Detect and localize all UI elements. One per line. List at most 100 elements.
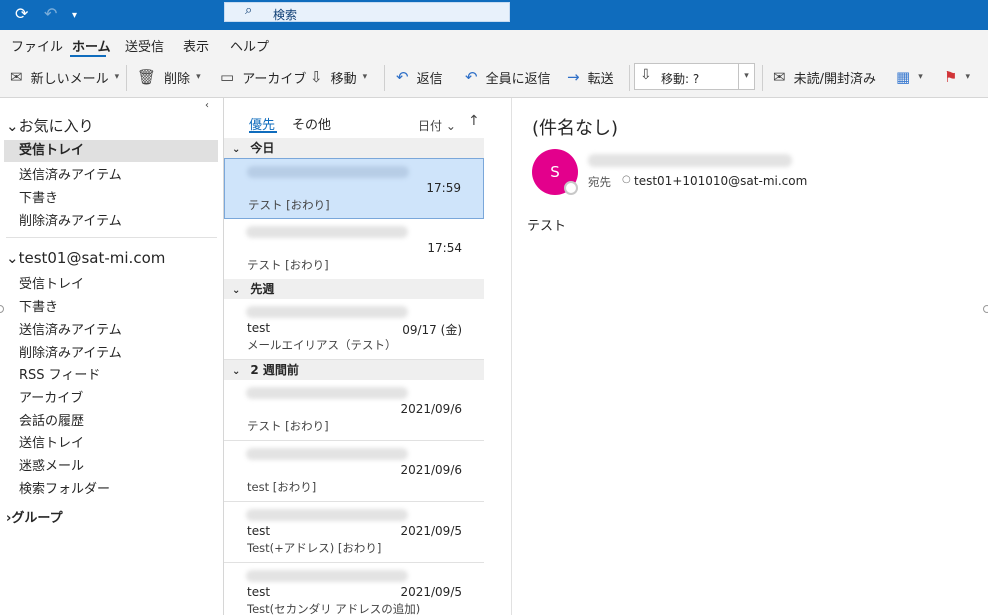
archive-icon: ▭: [220, 68, 235, 86]
new-mail-button[interactable]: ✉ 新しいメール ▾: [10, 66, 119, 88]
forward-button[interactable]: → 転送: [567, 66, 614, 88]
folder-item-archive[interactable]: アーカイブ: [19, 387, 83, 406]
chevron-down-icon[interactable]: ▾: [115, 72, 120, 82]
message-time: 17:54: [427, 241, 462, 255]
message-subject: test: [247, 524, 271, 538]
collapse-pane-icon[interactable]: ‹: [205, 100, 209, 111]
archive-button[interactable]: ▭ アーカイブ: [220, 66, 306, 88]
section-header-last-week[interactable]: ⌄ 先週: [224, 279, 484, 299]
active-tab-indicator: [70, 55, 106, 57]
tab-file[interactable]: ファイル: [11, 36, 63, 55]
message-time: 2021/09/5: [400, 585, 462, 599]
ribbon-tabs: ファイル ホーム 送受信 表示 ヘルプ: [0, 30, 988, 60]
quick-move-select[interactable]: ⇩ 移動: ? ▾: [634, 63, 755, 90]
pane-resize-handle[interactable]: [983, 305, 988, 313]
move-icon: ⇩: [640, 67, 652, 83]
tab-send-receive[interactable]: 送受信: [125, 36, 164, 55]
chevron-down-icon[interactable]: ▾: [965, 72, 970, 82]
folder-item-sent[interactable]: 送信済みアイテム: [19, 164, 122, 183]
tab-home[interactable]: ホーム: [72, 36, 111, 55]
reply-button[interactable]: ↶ 返信: [396, 66, 443, 88]
divider: [6, 237, 217, 238]
message-preview: メールエイリアス（テスト） [おわ: [247, 338, 397, 352]
message-subject: test: [247, 321, 271, 335]
list-item[interactable]: 17:59 テスト [おわり]: [224, 158, 484, 219]
message-time: 09/17 (金): [402, 323, 462, 337]
message-time: 2021/09/6: [400, 402, 462, 416]
section-label: 先週: [250, 282, 275, 296]
folder-item-inbox[interactable]: 受信トレイ: [19, 273, 84, 292]
reply-all-label: 全員に返信: [485, 71, 551, 87]
reply-label: 返信: [416, 71, 443, 87]
tab-help[interactable]: ヘルプ: [230, 36, 269, 55]
chevron-down-icon[interactable]: ▾: [918, 72, 923, 82]
folder-item-outbox[interactable]: 送信トレイ: [19, 432, 84, 451]
section-label: 2 週間前: [250, 363, 299, 377]
list-item[interactable]: test 2021/09/5 Test(+アドレス) [おわり]: [224, 502, 484, 563]
folder-item-sent[interactable]: 送信済みアイテム: [19, 319, 122, 338]
move-label: 移動: [330, 71, 357, 87]
quick-move-value: 移動: ?: [661, 72, 700, 86]
message-preview: test [おわり]: [247, 480, 317, 494]
sort-label: 日付: [418, 119, 443, 133]
chevron-down-icon: ⌄: [445, 119, 456, 133]
move-button[interactable]: ⇩ 移動 ▾: [310, 66, 367, 88]
unread-read-button[interactable]: ✉ 未読/開封済み: [773, 66, 876, 88]
chevron-down-icon[interactable]: ▾: [738, 64, 754, 89]
folder-item-junk[interactable]: 迷惑メール: [19, 455, 84, 474]
folder-item-conversation-history[interactable]: 会話の履歴: [19, 410, 84, 429]
categorize-button[interactable]: ▦ ▾: [896, 66, 923, 88]
move-icon: ⇩: [310, 68, 323, 86]
sender-redacted[interactable]: [588, 154, 792, 167]
chevron-down-icon: ⌄: [232, 366, 241, 377]
list-item[interactable]: test 09/17 (金) メールエイリアス（テスト） [おわ: [224, 299, 484, 360]
message-preview: テスト [おわり]: [247, 419, 329, 433]
tab-other[interactable]: その他: [292, 114, 331, 133]
folder-item-rss[interactable]: RSS フィード: [19, 364, 100, 383]
chevron-down-icon[interactable]: ▾: [363, 72, 368, 82]
undo-icon[interactable]: ↶: [44, 4, 57, 24]
favorites-header[interactable]: ⌄お気に入り: [6, 115, 94, 136]
chevron-down-icon: ⌄: [6, 249, 19, 267]
list-item[interactable]: 17:54 テスト [おわり]: [224, 219, 484, 280]
chevron-down-icon[interactable]: ▾: [196, 72, 201, 82]
reply-icon: ↶: [396, 68, 409, 86]
home-toolbar: ✉ 新しいメール ▾ 🗑 削除 ▾ ▭ アーカイブ ⇩ 移動 ▾ ↶ 返信 ↶ …: [0, 62, 988, 92]
account-header[interactable]: ⌄test01@sat-mi.com: [6, 249, 165, 267]
chevron-down-icon: ⌄: [6, 117, 19, 135]
divider: [629, 65, 630, 91]
forward-label: 転送: [587, 71, 614, 87]
folder-item-deleted[interactable]: 削除済みアイテム: [19, 342, 122, 361]
reply-all-button[interactable]: ↶ 全員に返信: [465, 66, 551, 88]
archive-label: アーカイブ: [242, 71, 307, 87]
open-envelope-icon: ✉: [773, 68, 786, 86]
section-header-two-weeks[interactable]: ⌄ 2 週間前: [224, 360, 484, 380]
delete-button[interactable]: 🗑 削除 ▾: [137, 66, 201, 88]
flag-button[interactable]: ⚑ ▾: [944, 66, 970, 88]
list-item[interactable]: 2021/09/6 テスト [おわり]: [224, 380, 484, 441]
search-icon: ⌕: [245, 3, 253, 18]
reading-pane: (件名なし) S 宛先 ○ test01+101010@sat-mi.com テ…: [512, 98, 988, 615]
recipient-address[interactable]: test01+101010@sat-mi.com: [634, 174, 807, 188]
delete-label: 削除: [164, 71, 191, 87]
message-preview: テスト [おわり]: [247, 258, 329, 272]
sort-direction-icon[interactable]: ↑: [468, 113, 480, 129]
customize-quick-access-icon[interactable]: ▾: [72, 6, 77, 26]
section-header-today[interactable]: ⌄ 今日: [224, 138, 484, 158]
folder-item-drafts[interactable]: 下書き: [19, 187, 58, 206]
search-input[interactable]: ⌕ 検索: [224, 2, 510, 22]
tab-view[interactable]: 表示: [183, 36, 209, 55]
reply-all-icon: ↶: [465, 68, 478, 86]
folder-item-deleted[interactable]: 削除済みアイテム: [19, 210, 122, 229]
section-label: 今日: [250, 141, 275, 155]
folder-item-search-folders[interactable]: 検索フォルダー: [19, 478, 110, 497]
chevron-down-icon: ⌄: [232, 144, 241, 155]
sync-icon[interactable]: ⟳: [15, 4, 28, 24]
folder-item-drafts[interactable]: 下書き: [19, 296, 58, 315]
sort-by-button[interactable]: 日付 ⌄: [418, 117, 456, 134]
list-item[interactable]: 2021/09/6 test [おわり]: [224, 441, 484, 502]
groups-header[interactable]: ›グループ: [6, 507, 63, 526]
divider: [762, 65, 763, 91]
folder-item-inbox[interactable]: 受信トレイ: [4, 140, 218, 162]
list-item[interactable]: test 2021/09/5 Test(セカンダリ アドレスの追加): [224, 563, 484, 615]
